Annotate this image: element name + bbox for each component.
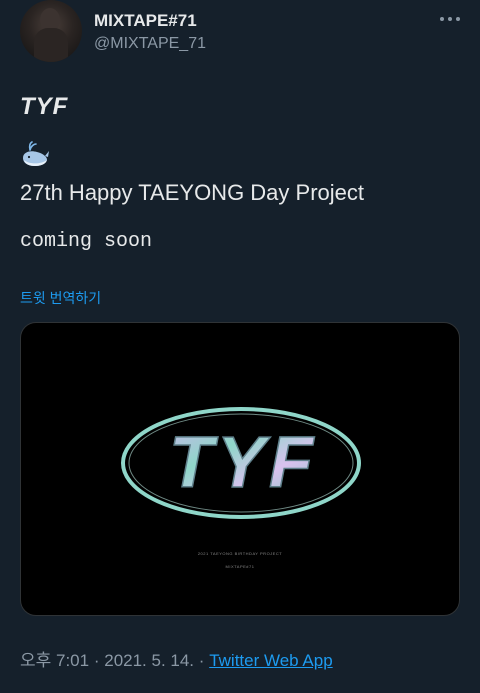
translate-tweet-link[interactable]: 트윗 번역하기	[20, 288, 101, 308]
meta-separator: ·	[198, 651, 205, 670]
author-handle[interactable]: @MIXTAPE_71	[94, 35, 206, 53]
tweet-text-line4: coming soon	[20, 230, 153, 253]
meta-separator: ·	[93, 651, 100, 670]
tweet-image[interactable]: TYF 2021 TAEYONG BIRTHDAY PROJECT MIXTAP…	[20, 322, 460, 616]
tweet-text-line1: TYF	[20, 93, 69, 120]
media-logo-text: TYF	[169, 423, 317, 503]
tweet-date[interactable]: 2021. 5. 14.	[104, 651, 194, 670]
avatar[interactable]	[20, 0, 82, 62]
tweet-time[interactable]: 오후 7:01	[20, 651, 89, 670]
tweet-text-line3: 27th Happy TAEYONG Day Project	[20, 180, 364, 205]
tweet-meta: 오후 7:01 · 2021. 5. 14. · Twitter Web App	[20, 646, 333, 671]
media-credit: MIXTAPE#71	[225, 564, 255, 569]
more-options-icon[interactable]	[436, 8, 464, 30]
avatar-body-shape	[34, 28, 68, 62]
media-subtitle: 2021 TAEYONG BIRTHDAY PROJECT	[197, 551, 283, 556]
author-display-name[interactable]: MIXTAPE#71	[94, 11, 197, 31]
tyf-logo-graphic: TYF	[121, 407, 361, 519]
spouting-whale-icon	[23, 141, 49, 166]
source-app-link[interactable]: Twitter Web App	[209, 651, 332, 670]
